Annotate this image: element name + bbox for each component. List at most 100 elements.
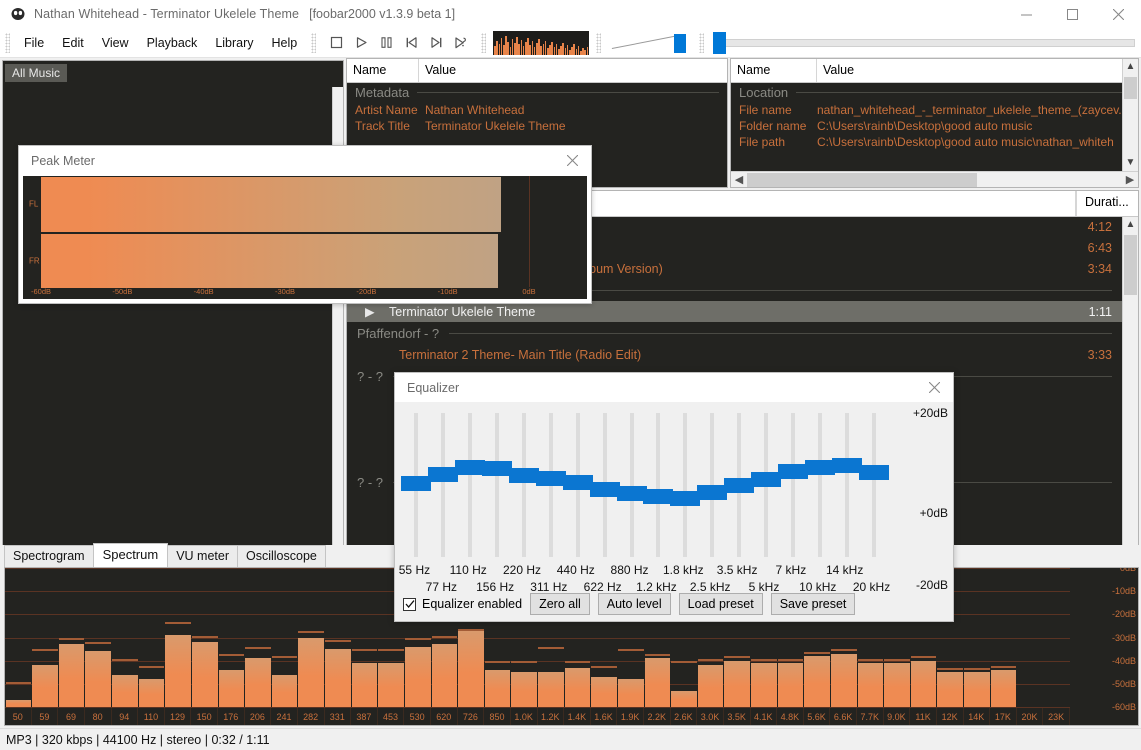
location-col-name[interactable]: Name — [731, 59, 817, 82]
equalizer-close-button[interactable] — [919, 375, 949, 401]
tab-spectrum[interactable]: Spectrum — [92, 543, 169, 567]
save-preset-button[interactable]: Save preset — [770, 593, 856, 615]
equalizer-band-slider[interactable] — [509, 407, 539, 563]
equalizer-slider-thumb[interactable] — [616, 486, 647, 502]
location-hscrollbar[interactable]: ◀ ▶ — [731, 171, 1138, 187]
metadata-row[interactable]: Artist Name Nathan Whitehead — [347, 102, 727, 118]
menu-item-file[interactable]: File — [15, 32, 53, 54]
equalizer-slider-thumb[interactable] — [482, 461, 513, 477]
minimize-button[interactable] — [1003, 0, 1049, 28]
load-preset-button[interactable]: Load preset — [678, 593, 763, 615]
menu-item-help[interactable]: Help — [263, 32, 307, 54]
menu-item-view[interactable]: View — [93, 32, 138, 54]
equalizer-slider-thumb[interactable] — [401, 475, 432, 491]
seekbar-gripper[interactable] — [699, 32, 705, 53]
menu-item-edit[interactable]: Edit — [53, 32, 93, 54]
scroll-right-icon[interactable]: ▶ — [1122, 173, 1138, 186]
location-row[interactable]: File name nathan_whitehead_-_terminator_… — [731, 102, 1138, 118]
location-vscroll-thumb[interactable] — [1124, 77, 1137, 99]
equalizer-band-slider[interactable] — [724, 407, 755, 563]
playlist-group-header[interactable]: Pfaffendorf - ? — [347, 322, 1122, 344]
playlist-row-now-playing[interactable]: ▶ Terminator Ukelele Theme 1:11 — [347, 301, 1122, 322]
play-button[interactable] — [350, 32, 372, 54]
equalizer-titlebar[interactable]: Equalizer — [395, 373, 953, 402]
equalizer-band-slider[interactable] — [589, 407, 620, 563]
location-row[interactable]: File path C:\Users\rainb\Desktop\good au… — [731, 134, 1138, 150]
equalizer-slider-thumb[interactable] — [509, 468, 539, 484]
previous-button[interactable] — [400, 32, 422, 54]
checkbox-icon[interactable] — [403, 597, 416, 611]
menu-item-playback[interactable]: Playback — [138, 32, 207, 54]
equalizer-slider-thumb[interactable] — [697, 484, 728, 500]
scroll-up-icon[interactable]: ▲ — [1123, 59, 1138, 75]
volume-thumb[interactable] — [674, 33, 687, 53]
close-button[interactable] — [1095, 0, 1141, 28]
seek-track[interactable] — [713, 38, 1135, 47]
equalizer-slider-thumb[interactable] — [751, 472, 781, 488]
peak-meter-close-button[interactable] — [557, 148, 587, 174]
equalizer-slider-thumb[interactable] — [455, 459, 486, 475]
random-button[interactable] — [450, 32, 472, 54]
pause-button[interactable] — [375, 32, 397, 54]
equalizer-enabled-checkbox[interactable]: Equalizer enabled — [403, 597, 522, 611]
equalizer-band-slider[interactable] — [482, 407, 513, 563]
volume-gripper[interactable] — [596, 32, 602, 53]
equalizer-band-slider[interactable] — [777, 407, 808, 563]
library-tab-all-music[interactable]: All Music — [5, 64, 68, 82]
equalizer-slider-thumb[interactable] — [804, 460, 835, 476]
equalizer-band-slider[interactable] — [670, 407, 701, 563]
equalizer-slider-thumb[interactable] — [724, 477, 755, 493]
location-col-value[interactable]: Value — [817, 59, 1138, 82]
seek-bar[interactable] — [713, 31, 1135, 55]
tab-oscilloscope[interactable]: Oscilloscope — [237, 545, 326, 567]
equalizer-slider-thumb[interactable] — [428, 466, 459, 482]
scroll-up-icon[interactable]: ▲ — [1123, 217, 1138, 233]
equalizer-band-slider[interactable] — [643, 407, 674, 563]
scroll-down-icon[interactable]: ▼ — [1123, 155, 1138, 171]
tab-spectrogram[interactable]: Spectrogram — [4, 545, 94, 567]
equalizer-slider-thumb[interactable] — [670, 491, 701, 507]
seek-thumb[interactable] — [713, 31, 727, 54]
equalizer-band-slider[interactable] — [697, 407, 728, 563]
equalizer-slider-thumb[interactable] — [589, 482, 620, 498]
transport-gripper[interactable] — [311, 32, 317, 53]
location-vscrollbar[interactable]: ▲ ▼ — [1122, 59, 1138, 187]
volume-slider[interactable] — [610, 31, 690, 55]
equalizer-slider-thumb[interactable] — [831, 457, 862, 473]
equalizer-slider-thumb[interactable] — [562, 474, 593, 490]
peak-meter-window[interactable]: Peak Meter FL FR -60dB -50dB -40dB -30dB -20dB… — [18, 145, 592, 304]
equalizer-band-slider[interactable] — [831, 407, 862, 563]
equalizer-band-slider[interactable] — [401, 407, 432, 563]
location-row[interactable]: Folder name C:\Users\rainb\Desktop\good … — [731, 118, 1138, 134]
equalizer-slider-thumb[interactable] — [643, 488, 674, 504]
toolbar-gripper[interactable] — [5, 32, 10, 53]
equalizer-band-slider[interactable] — [428, 407, 459, 563]
tab-vu-meter[interactable]: VU meter — [167, 545, 238, 567]
stop-button[interactable] — [325, 32, 347, 54]
equalizer-slider-thumb[interactable] — [777, 464, 808, 480]
equalizer-band-slider[interactable] — [562, 407, 593, 563]
playlist-vscroll-thumb[interactable] — [1124, 235, 1137, 295]
equalizer-band-slider[interactable] — [751, 407, 781, 563]
equalizer-band-slider[interactable] — [858, 407, 889, 563]
equalizer-band-slider[interactable] — [804, 407, 835, 563]
metadata-col-name[interactable]: Name — [347, 59, 419, 82]
auto-level-button[interactable]: Auto level — [597, 593, 671, 615]
next-button[interactable] — [425, 32, 447, 54]
peak-meter-titlebar[interactable]: Peak Meter — [19, 146, 591, 175]
equalizer-window[interactable]: Equalizer +20dB +0dB -20dB 55 Hz 77 Hz 110… — [394, 372, 954, 622]
metadata-row[interactable]: Track Title Terminator Ukelele Theme — [347, 118, 727, 134]
metadata-col-value[interactable]: Value — [419, 59, 727, 82]
equalizer-band-slider[interactable] — [535, 407, 566, 563]
playlist-row[interactable]: Terminator 2 Theme- Main Title (Radio Ed… — [347, 344, 1122, 365]
equalizer-band-slider[interactable] — [616, 407, 647, 563]
toolbar-spectrum-visualizer[interactable] — [493, 30, 590, 55]
zero-all-button[interactable]: Zero all — [530, 593, 590, 615]
maximize-button[interactable] — [1049, 0, 1095, 28]
equalizer-band-slider[interactable] — [455, 407, 486, 563]
visualizer-gripper[interactable] — [481, 32, 487, 53]
equalizer-slider-thumb[interactable] — [535, 471, 566, 487]
playlist-col-duration[interactable]: Durati... — [1076, 191, 1138, 216]
scroll-left-icon[interactable]: ◀ — [731, 173, 747, 186]
menu-item-library[interactable]: Library — [206, 32, 262, 54]
